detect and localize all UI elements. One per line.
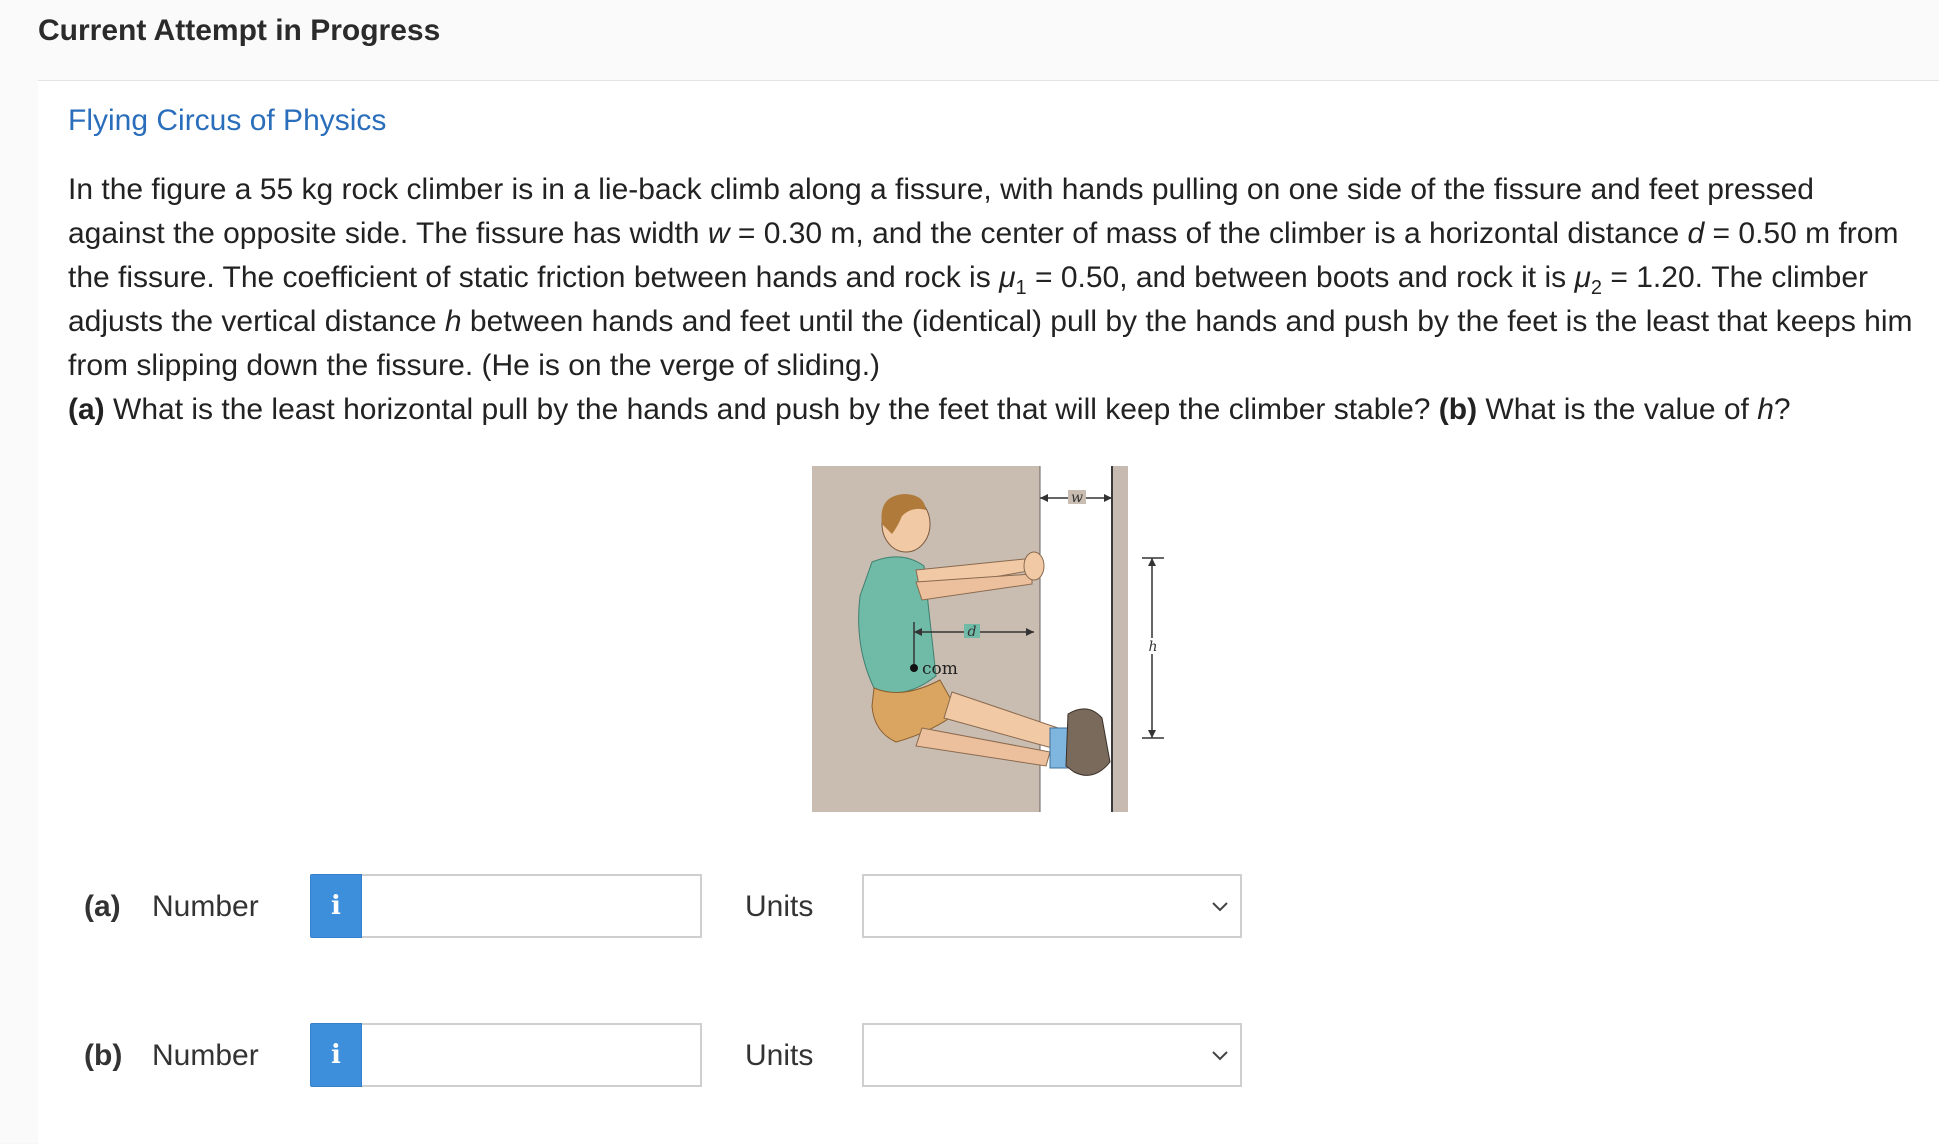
- part-a-label: (a): [84, 890, 121, 923]
- page: Current Attempt in Progress Flying Circu…: [0, 0, 1939, 1144]
- number-input-b[interactable]: [362, 1023, 702, 1087]
- info-icon[interactable]: i: [310, 874, 362, 938]
- number-label-b: Number: [152, 1039, 259, 1072]
- h-label: h: [1148, 639, 1157, 655]
- problem-text: In the figure a 55 kg rock climber is in…: [68, 173, 1913, 426]
- w-label: w: [1071, 490, 1083, 506]
- units-label-b: Units: [745, 1039, 814, 1072]
- question-b-text: What is the value of: [1477, 393, 1758, 426]
- part-b-label: (b): [84, 1039, 123, 1072]
- question-b-label: (b): [1438, 393, 1478, 426]
- units-select-a[interactable]: [862, 874, 1242, 938]
- question-a-label: (a): [68, 393, 105, 426]
- problem-source: Flying Circus of Physics: [68, 104, 387, 137]
- com-label: com: [922, 659, 958, 679]
- chevron-down-icon: [1212, 902, 1228, 912]
- info-icon[interactable]: i: [310, 1023, 362, 1087]
- answer-row-a: (a) Number i Units: [84, 874, 1284, 940]
- units-label-a: Units: [745, 890, 814, 923]
- climber-figure: w h d com: [812, 466, 1164, 812]
- chevron-down-icon: [1212, 1051, 1228, 1061]
- question-a-text: What is the least horizontal pull by the…: [104, 393, 1439, 426]
- number-label-a: Number: [152, 890, 259, 923]
- page-title: Current Attempt in Progress: [38, 14, 441, 47]
- d-label: d: [968, 624, 977, 640]
- number-input-a[interactable]: [362, 874, 702, 938]
- right-rock-wall: [1112, 466, 1128, 812]
- com-dot: [910, 664, 918, 672]
- answer-row-b: (b) Number i Units: [84, 1023, 1284, 1089]
- units-select-b[interactable]: [862, 1023, 1242, 1087]
